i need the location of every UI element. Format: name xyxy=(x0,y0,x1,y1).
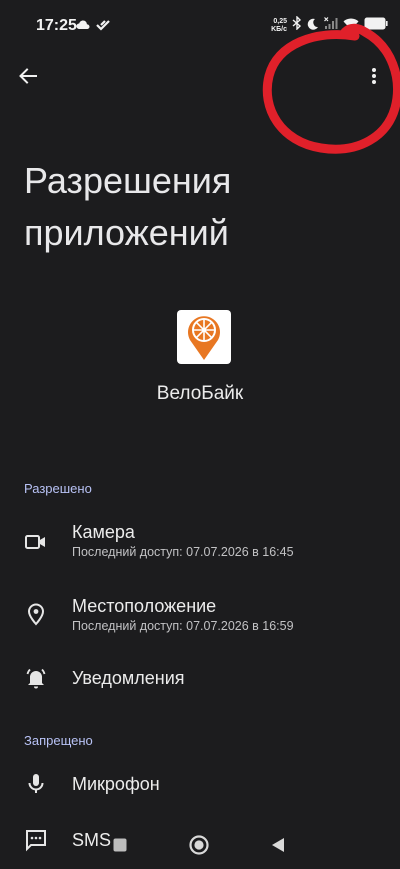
permission-title: Местоположение xyxy=(72,596,217,616)
page-title: Разрешения приложений xyxy=(24,160,232,253)
network-speed: 0,25 KБ/c xyxy=(271,18,287,34)
permission-item-camera[interactable]: Камера Последний доступ: 07.07.2026 в 16… xyxy=(0,510,400,574)
permission-item-location[interactable]: Местоположение Последний доступ: 07.07.2… xyxy=(0,584,400,648)
section-header-allowed: Разрешено xyxy=(24,481,92,496)
battery-icon xyxy=(364,17,388,35)
network-speed-value: 0,25 xyxy=(273,17,287,25)
permission-title: Уведомления xyxy=(72,668,185,688)
home-button[interactable] xyxy=(188,834,210,856)
permission-last-access: Последний доступ: 07.07.2026 в 16:59 xyxy=(72,619,294,633)
more-options-button[interactable] xyxy=(360,62,388,90)
do-not-disturb-moon-icon xyxy=(307,17,319,35)
permission-item-notifications[interactable]: Уведомления xyxy=(0,648,400,712)
permission-item-microphone[interactable]: Микрофон xyxy=(0,754,400,818)
arrow-back-icon xyxy=(19,68,37,84)
status-time: 17:25 xyxy=(36,17,77,34)
more-vert-icon xyxy=(372,68,376,84)
app-name: ВелоБайк xyxy=(156,383,244,404)
wifi-icon xyxy=(343,17,359,35)
back-triangle-icon xyxy=(272,838,284,852)
status-left-icons xyxy=(76,18,110,36)
recents-button[interactable] xyxy=(109,834,131,856)
system-navigation-bar xyxy=(0,820,400,869)
recents-square-icon xyxy=(113,838,127,852)
signal-no-service-icon xyxy=(324,16,338,35)
location-icon xyxy=(27,603,45,626)
permission-last-access: Последний доступ: 07.07.2026 в 16:45 xyxy=(72,545,294,559)
bluetooth-icon xyxy=(292,15,302,35)
status-right-icons: 0,25 KБ/c xyxy=(271,15,388,35)
status-bar: 17:25 0,25 KБ/c xyxy=(0,0,400,50)
velobike-logo-icon xyxy=(188,316,220,360)
camera-icon xyxy=(25,535,45,549)
back-button[interactable] xyxy=(14,62,42,90)
back-nav-button[interactable] xyxy=(267,834,289,856)
microphone-icon xyxy=(28,774,44,793)
permission-title: Микрофон xyxy=(72,774,160,794)
app-notification-icon xyxy=(96,18,110,36)
permission-title: Камера xyxy=(72,522,135,542)
notification-bell-icon xyxy=(26,668,46,689)
section-header-denied: Запрещено xyxy=(24,733,93,748)
network-speed-unit: KБ/c xyxy=(271,25,287,33)
app-icon xyxy=(177,310,231,364)
home-circle-icon xyxy=(189,835,209,855)
cloud-icon xyxy=(76,18,90,36)
